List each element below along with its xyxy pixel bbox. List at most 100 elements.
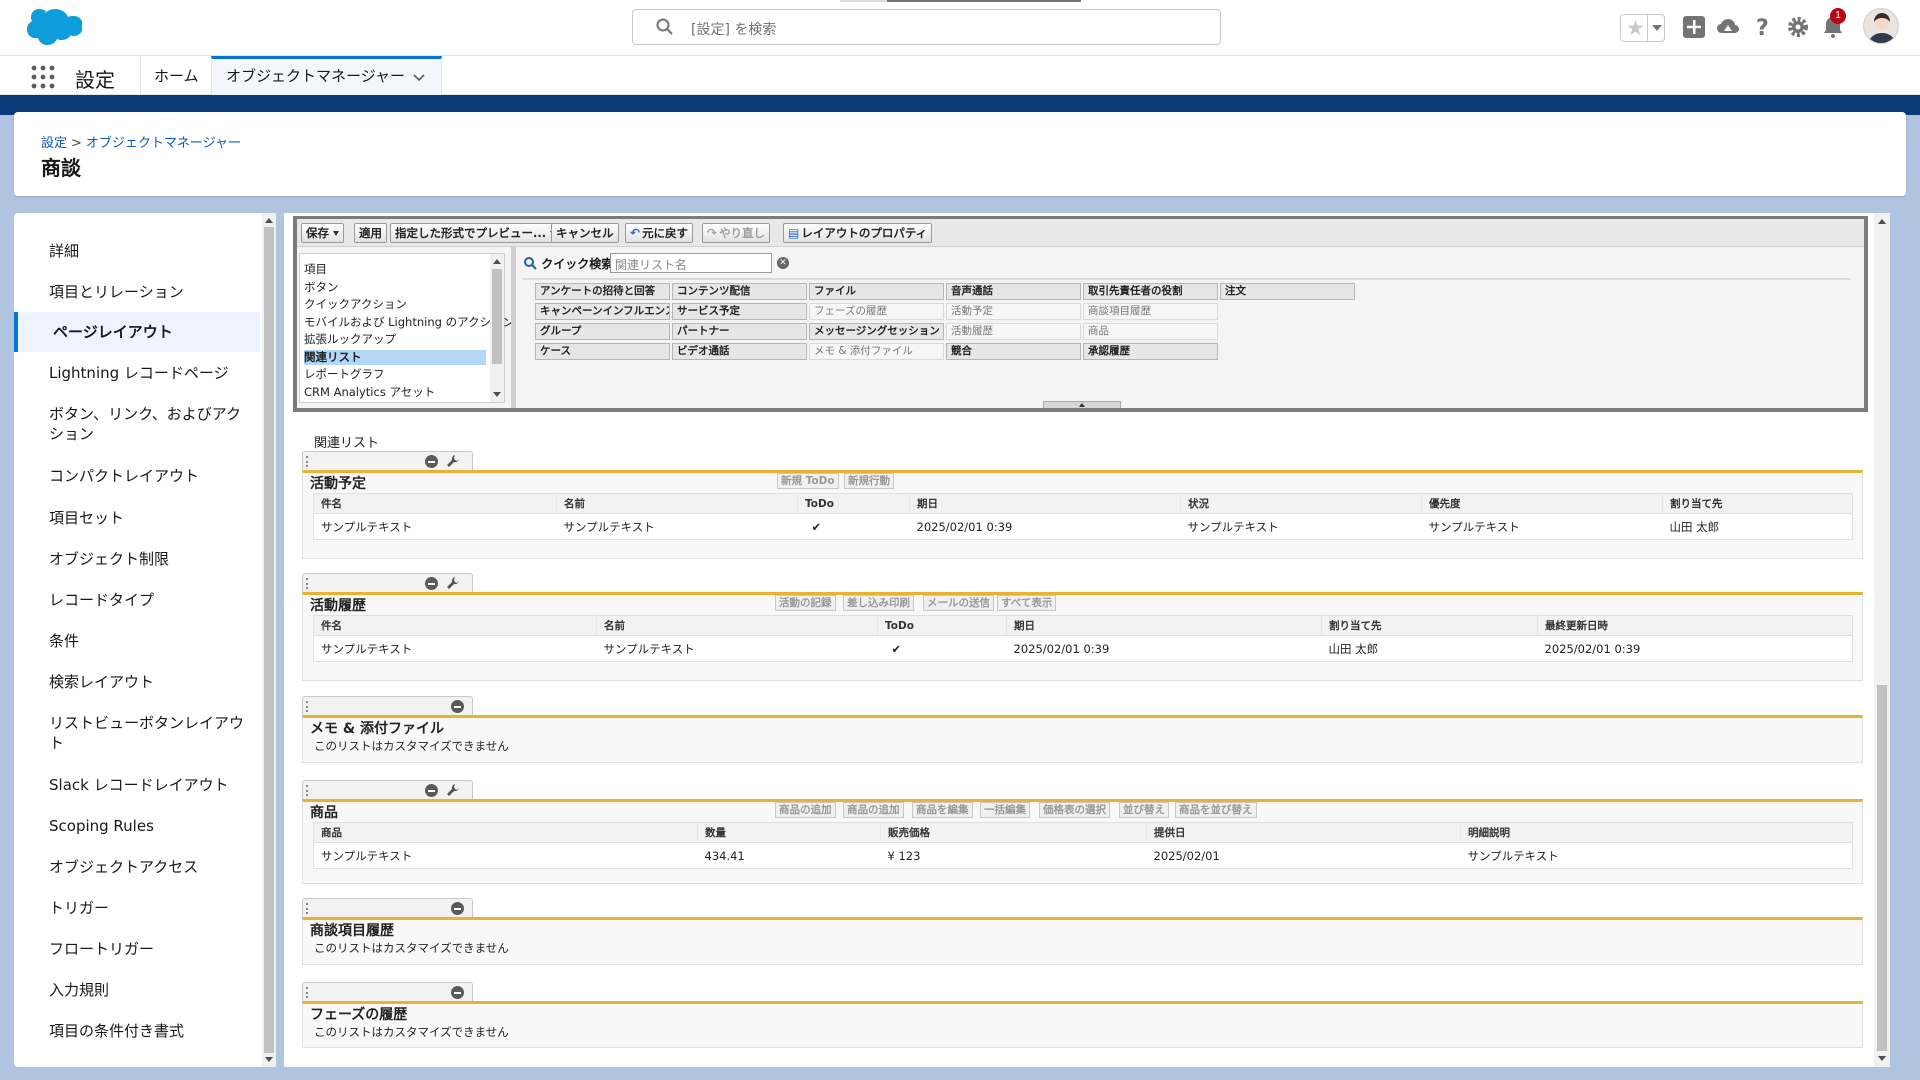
salesforce-logo[interactable]: [18, 6, 82, 50]
sidebar-item-slack-record-layouts[interactable]: Slack レコードレイアウト: [49, 775, 254, 795]
sidebar-item-record-types[interactable]: レコードタイプ: [49, 590, 254, 610]
scroll-up-arrow[interactable]: [493, 259, 501, 264]
setup-gear-icon[interactable]: [1786, 15, 1810, 39]
mail-merge-button[interactable]: 差し込み印刷: [843, 595, 914, 611]
category-report-charts[interactable]: レポートグラフ: [304, 367, 486, 382]
palette-field[interactable]: ビデオ通話: [672, 343, 807, 360]
main-scrollbar[interactable]: [1874, 213, 1890, 1067]
global-add-icon[interactable]: [1682, 15, 1706, 39]
choose-price-book-button[interactable]: 価格表の選択: [1039, 802, 1110, 818]
app-launcher-icon[interactable]: [31, 65, 55, 89]
palette-field[interactable]: ファイル: [809, 283, 944, 300]
drag-handle-icon[interactable]: [306, 578, 308, 589]
scroll-thumb[interactable]: [492, 269, 502, 364]
related-list-notes-attachments[interactable]: メモ & 添付ファイル このリストはカスタマイズできません: [302, 696, 1863, 764]
log-activity-button[interactable]: 活動の記録: [775, 595, 836, 611]
quick-find-input[interactable]: 関連リスト名: [610, 253, 772, 273]
global-search-box[interactable]: [設定] を検索: [632, 9, 1221, 45]
drag-handle-icon[interactable]: [306, 701, 308, 712]
add-product-button-2[interactable]: 商品の追加: [843, 802, 904, 818]
sort-button[interactable]: 並び替え: [1119, 802, 1169, 818]
related-list-handle[interactable]: [302, 573, 473, 592]
category-fields[interactable]: 項目: [304, 262, 486, 277]
wrench-icon[interactable]: [446, 454, 460, 468]
palette-field-used[interactable]: フェーズの履歴: [809, 303, 944, 320]
palette-field[interactable]: コンテンツ配信: [672, 283, 807, 300]
palette-field-used[interactable]: 商談項目履歴: [1083, 303, 1218, 320]
related-list-open-activities[interactable]: 活動予定 新規 ToDo 新規行動 件名 名前 ToDo 期日 状況 優先度 割り当て先 サ…: [302, 451, 1863, 559]
layout-properties-button[interactable]: ▤ レイアウトのプロパティ: [783, 223, 933, 243]
category-scrollbar[interactable]: [490, 254, 504, 402]
palette-field[interactable]: キャンペーンインフルエンス: [535, 303, 670, 320]
palette-field[interactable]: 音声通話: [946, 283, 1081, 300]
category-buttons[interactable]: ボタン: [304, 280, 486, 295]
palette-field[interactable]: グループ: [535, 323, 670, 340]
palette-field[interactable]: ケース: [535, 343, 670, 360]
scroll-down-arrow[interactable]: [1878, 1056, 1886, 1061]
tab-object-manager[interactable]: オブジェクトマネージャー: [211, 56, 442, 96]
sidebar-item-fields-relationships[interactable]: 項目とリレーション: [49, 282, 254, 302]
breadcrumb-setup[interactable]: 設定: [41, 136, 67, 151]
related-list-stage-history[interactable]: フェーズの履歴 このリストはカスタマイズできません: [302, 982, 1863, 1048]
sidebar-item-scoping-rules[interactable]: Scoping Rules: [49, 816, 254, 836]
sidebar-item-triggers[interactable]: トリガー: [49, 898, 254, 918]
category-crm-analytics-assets[interactable]: CRM Analytics アセット: [304, 385, 486, 400]
palette-field-used[interactable]: 商品: [1083, 323, 1218, 340]
edit-products-button[interactable]: 商品を編集: [912, 802, 973, 818]
palette-field[interactable]: メッセージングセッション: [809, 323, 944, 340]
palette-field[interactable]: 承認履歴: [1083, 343, 1218, 360]
palette-field[interactable]: サービス予定: [672, 303, 807, 320]
sidebar-item-conditional-formatting[interactable]: 項目の条件付き書式: [49, 1021, 254, 1041]
sidebar-scrollbar[interactable]: [262, 213, 276, 1067]
sidebar-item-object-limits[interactable]: オブジェクト制限: [49, 549, 254, 569]
drag-handle-icon[interactable]: [306, 903, 308, 914]
palette-collapse-handle[interactable]: [1043, 401, 1121, 408]
category-related-lists[interactable]: 関連リスト: [304, 350, 486, 365]
palette-field-used[interactable]: メモ & 添付ファイル: [809, 343, 944, 360]
category-expanded-lookups[interactable]: 拡張ルックアップ: [304, 332, 486, 347]
sidebar-item-details[interactable]: 詳細: [49, 241, 254, 261]
scroll-thumb[interactable]: [1877, 685, 1887, 1051]
redo-button[interactable]: ↷ やり直し: [702, 223, 771, 243]
related-list-products[interactable]: 商品 商品の追加 商品の追加 商品を編集 一括編集 価格表の選択 並び替え 商品…: [302, 780, 1863, 884]
category-mobile-lightning-actions[interactable]: モバイルおよび Lightning のアクション: [304, 315, 514, 330]
palette-field-used[interactable]: 活動予定: [946, 303, 1081, 320]
related-list-handle[interactable]: [302, 780, 473, 799]
scroll-down-arrow[interactable]: [265, 1057, 273, 1062]
palette-field[interactable]: 注文: [1220, 283, 1355, 300]
drag-handle-icon[interactable]: [306, 456, 308, 467]
sidebar-item-buttons-links-actions[interactable]: ボタン、リンク、およびアクション: [49, 404, 254, 444]
sidebar-item-list-view-button-layout[interactable]: リストビューボタンレイアウト: [49, 713, 254, 753]
tab-home[interactable]: ホーム: [140, 56, 213, 96]
undo-button[interactable]: ↶ 元に戻す: [625, 223, 694, 243]
palette-field[interactable]: パートナー: [672, 323, 807, 340]
sidebar-item-flow-triggers[interactable]: フロートリガー: [49, 939, 254, 959]
remove-icon[interactable]: [451, 902, 464, 915]
related-list-opportunity-field-history[interactable]: 商談項目履歴 このリストはカスタマイズできません: [302, 898, 1863, 966]
related-list-handle[interactable]: [302, 451, 473, 470]
sidebar-item-conditions[interactable]: 条件: [49, 631, 254, 651]
clear-search-icon[interactable]: ✕: [777, 257, 789, 269]
chevron-down-icon[interactable]: [413, 72, 425, 84]
preview-as-button[interactable]: 指定した形式でプレビュー...: [390, 223, 562, 243]
send-email-button[interactable]: メールの送信: [923, 595, 994, 611]
apply-button[interactable]: 適用: [354, 223, 387, 243]
drag-handle-icon[interactable]: [306, 987, 308, 998]
wrench-icon[interactable]: [446, 783, 460, 797]
scroll-thumb[interactable]: [264, 227, 274, 1053]
related-list-handle[interactable]: [302, 898, 473, 917]
remove-icon[interactable]: [425, 784, 438, 797]
palette-field-used[interactable]: 活動履歴: [946, 323, 1081, 340]
related-list-handle[interactable]: [302, 696, 473, 715]
favorites-list-icon[interactable]: [1647, 15, 1665, 41]
new-event-button[interactable]: 新規行動: [844, 473, 894, 489]
favorites-star-icon[interactable]: ★: [1626, 17, 1645, 39]
related-list-handle[interactable]: [302, 982, 473, 1001]
help-icon[interactable]: ?: [1751, 15, 1775, 39]
remove-icon[interactable]: [451, 986, 464, 999]
new-task-button[interactable]: 新規 ToDo: [777, 473, 839, 489]
user-avatar[interactable]: [1863, 8, 1899, 44]
remove-icon[interactable]: [425, 577, 438, 590]
sidebar-item-object-access[interactable]: オブジェクトアクセス: [49, 857, 254, 877]
drag-handle-icon[interactable]: [306, 785, 308, 796]
